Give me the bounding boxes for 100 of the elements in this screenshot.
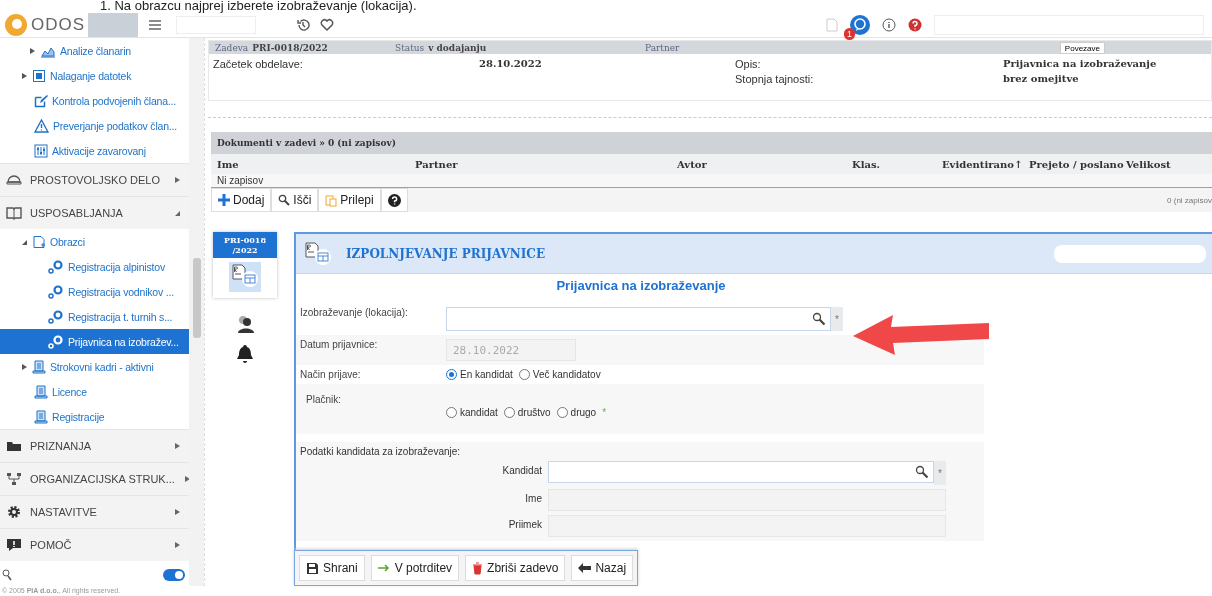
caret-icon[interactable] — [20, 362, 28, 371]
radio-button[interactable] — [503, 406, 515, 418]
radio-label[interactable]: Več kandidatov — [532, 369, 601, 380]
sidebar-item[interactable]: Prijavnica na izobražev... — [0, 329, 189, 354]
folder-icon — [6, 439, 22, 453]
sidebar-item[interactable]: Registracija t. turnih s... — [0, 304, 189, 329]
sidebar-item[interactable]: Analize članarin — [0, 38, 189, 63]
panel-title: Dokumenti v zadevi » 0 (ni zapisov) — [211, 132, 1212, 154]
column-header[interactable]: Klas. — [852, 158, 942, 170]
caret-icon[interactable] — [173, 508, 181, 516]
column-header[interactable]: Partner — [415, 158, 677, 170]
radio-label[interactable]: En kandidat — [460, 369, 513, 380]
sidebar-item[interactable]: Registracija alpinistov — [0, 254, 189, 279]
column-header[interactable]: Evidentirano↑ — [942, 158, 1029, 170]
radio-label[interactable]: drugo — [570, 406, 597, 418]
sliders-icon — [34, 143, 48, 158]
sidebar-section[interactable]: NASTAVITVE — [0, 495, 189, 528]
paste-button[interactable]: Prilepi — [318, 188, 381, 212]
scrollbar-thumb[interactable] — [192, 258, 201, 338]
sidebar-item[interactable]: Aktivacije zavarovanj — [0, 138, 189, 163]
association-logo — [88, 12, 139, 37]
form-icon — [231, 264, 259, 288]
case-tab[interactable]: PRI-0018 /2022 — [213, 232, 277, 298]
back-button[interactable]: Nazaj — [571, 555, 634, 581]
sidebar-section[interactable]: PRIZNANJA — [0, 429, 189, 462]
caret-icon[interactable] — [173, 541, 181, 549]
form-title: Prijavnica na izobraževanje — [555, 277, 727, 295]
search-button[interactable]: Išči — [271, 188, 319, 212]
input-field[interactable] — [1054, 244, 1206, 263]
radio-label[interactable]: društvo — [517, 406, 551, 418]
add-button[interactable]: Dodaj — [211, 188, 272, 212]
delete-button[interactable]: Zbriši zadevo — [465, 555, 566, 581]
caret-icon[interactable] — [173, 442, 181, 450]
search-icon[interactable] — [915, 465, 929, 479]
sidebar-item[interactable]: Registracije — [0, 404, 189, 429]
book-icon — [6, 206, 22, 220]
sidebar-section[interactable]: ORGANIZACIJSKA STRUK... — [0, 462, 189, 495]
section-label: USPOSABLJANJA — [30, 207, 124, 219]
sidebar-item[interactable]: Licence — [0, 379, 189, 404]
section-label: Podatki kandidata za izobraževanje: — [300, 446, 462, 457]
sidebar-item[interactable]: Obrazci — [0, 229, 189, 254]
caret-icon[interactable] — [173, 209, 181, 217]
scrollbar[interactable] — [189, 38, 204, 586]
sidebar-section[interactable]: USPOSABLJANJA — [0, 196, 189, 229]
empty-message: Ni zapisov — [211, 174, 1212, 188]
field-label: Ime — [524, 492, 542, 504]
radio-button[interactable] — [446, 406, 457, 418]
section-label: PRIZNANJA — [30, 440, 93, 452]
radio-button[interactable] — [518, 369, 530, 380]
toggle-switch[interactable] — [163, 569, 185, 581]
caret-icon[interactable] — [20, 71, 28, 80]
field-label: Plačnik: — [305, 394, 342, 407]
column-header[interactable]: Ime — [217, 158, 415, 170]
field-value: 28.10.2022 — [478, 58, 543, 69]
sidebar-item[interactable]: Nalaganje datotek — [0, 63, 189, 88]
gear-icon — [48, 259, 64, 274]
help-icon — [387, 193, 401, 207]
history-icon[interactable] — [296, 17, 311, 32]
field-label: Način prijave: — [300, 369, 362, 380]
lookup-field[interactable] — [548, 461, 934, 483]
sidebar-section[interactable]: POMOČ — [0, 528, 189, 561]
lookup-field[interactable] — [446, 307, 831, 331]
info-icon[interactable] — [882, 17, 896, 32]
column-header[interactable]: Velikost — [1126, 158, 1212, 170]
search-icon[interactable] — [812, 312, 826, 326]
links-button[interactable]: Povezave — [1059, 42, 1105, 54]
help-button[interactable] — [380, 188, 408, 212]
help-icon[interactable] — [908, 17, 922, 32]
column-header[interactable]: Prejeto / poslano — [1029, 158, 1126, 170]
sidebar-section[interactable]: PROSTOVOLJSKO DELO — [0, 163, 189, 196]
field-label: Opis: — [735, 57, 762, 70]
logo-icon — [4, 12, 28, 37]
gear-icon — [48, 334, 64, 349]
menu-icon[interactable] — [148, 18, 163, 31]
bell-icon[interactable] — [236, 344, 254, 364]
notification-badge: 1 — [844, 27, 855, 40]
search-icon[interactable] — [2, 569, 12, 581]
caret-icon[interactable] — [173, 176, 181, 184]
radio-button[interactable] — [446, 369, 457, 380]
heart-icon[interactable] — [320, 17, 335, 32]
section-label: ORGANIZACIJSKA STRUK... — [30, 473, 175, 485]
section-label: NASTAVITVE — [30, 506, 98, 518]
sidebar-item[interactable]: Registracija vodnikov ... — [0, 279, 189, 304]
sidebar-item[interactable]: Kontrola podvojenih člana... — [0, 88, 189, 113]
radio-label[interactable]: kandidat — [460, 406, 498, 418]
people-icon[interactable] — [235, 314, 255, 334]
sidebar-item[interactable]: Strokovni kadri - aktivni — [0, 354, 189, 379]
caret-icon[interactable] — [28, 46, 36, 55]
required-mark: * — [831, 307, 843, 331]
column-header[interactable]: Avtor — [677, 158, 852, 170]
field-value: Prijavnica na izobraževanje — [1003, 58, 1158, 69]
submit-button[interactable]: V potrditev — [370, 555, 460, 581]
save-button[interactable]: Shrani — [299, 555, 365, 581]
caret-icon[interactable] — [182, 475, 191, 483]
field-label: Začetek obdelave: — [213, 57, 304, 70]
document-caption: 1. Na obrazcu najprej izberete izobraževanje (lokacija). — [99, 0, 418, 12]
required-mark: * — [602, 406, 607, 418]
sidebar-item[interactable]: Preverjanje podatkov član... — [0, 113, 189, 138]
chat-icon[interactable] — [850, 14, 870, 35]
radio-button[interactable] — [556, 406, 568, 418]
